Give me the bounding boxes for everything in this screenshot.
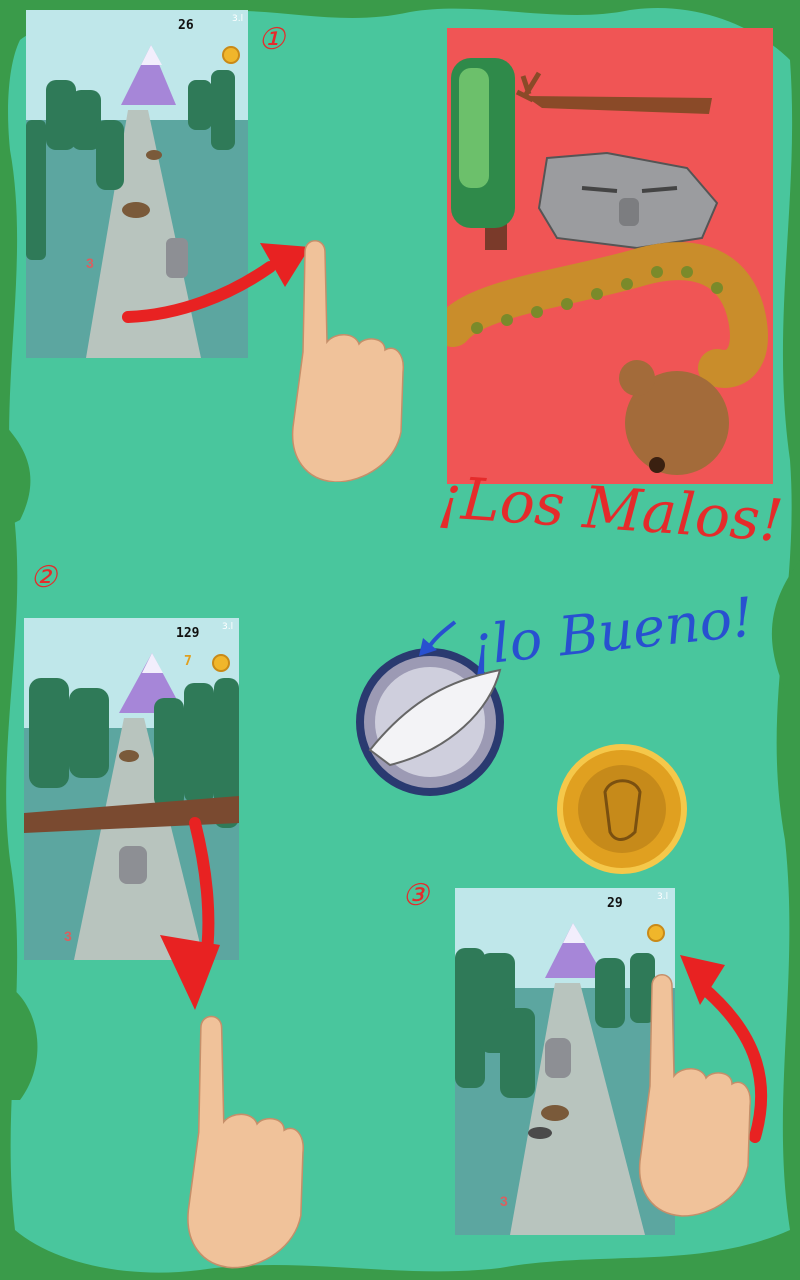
coin-count: 7	[184, 654, 192, 669]
finger-hand-icon	[187, 1015, 304, 1269]
score: 129	[176, 626, 200, 641]
lane-number: 3	[86, 255, 94, 271]
coin-counter-icon	[222, 46, 240, 64]
signal-indicator: 3.l	[222, 622, 234, 632]
coin-counter-icon	[212, 654, 230, 672]
branch-icon	[515, 71, 712, 114]
lane-number: 3	[500, 1193, 508, 1209]
lane-number: 3	[64, 928, 72, 944]
finger-hand-icon	[638, 974, 751, 1217]
tentacle-icon	[434, 242, 768, 388]
swipe-down-arrow-icon	[160, 817, 220, 1010]
step-3-label: ③	[402, 878, 429, 913]
stone-face-icon	[537, 151, 719, 250]
finger-hand-icon	[291, 240, 404, 482]
good-arrow-icon	[419, 620, 457, 656]
tree-icon	[451, 58, 515, 250]
signal-indicator: 3.l	[232, 14, 244, 24]
gold-coin-icon	[557, 744, 687, 874]
score: 29	[607, 896, 623, 911]
enemies-panel	[434, 28, 773, 484]
step-2-label: ②	[30, 560, 57, 595]
step-1-label: ①	[258, 22, 285, 57]
coin-counter-icon	[647, 924, 665, 942]
signal-indicator: 3.l	[657, 892, 669, 902]
score: 26	[178, 18, 194, 33]
